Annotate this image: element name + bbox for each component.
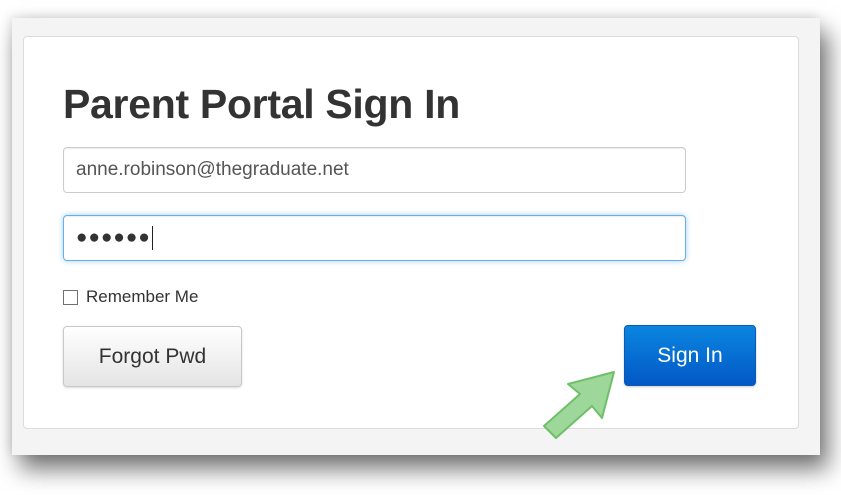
remember-me-checkbox[interactable] [63,289,78,305]
email-field-value: anne.robinson@thegraduate.net [76,159,349,180]
green-arrow-icon [543,371,615,439]
text-caret [151,225,153,250]
password-field-value: ●●●●●● [76,227,151,248]
remember-me-label: Remember Me [86,287,199,306]
arrow-shape [543,371,615,439]
remember-me[interactable]: Remember Me [63,287,198,307]
password-field[interactable]: ●●●●●● [63,215,686,261]
page-title: Parent Portal Sign In [63,81,460,127]
forgot-password-button[interactable]: Forgot Pwd [63,326,242,387]
email-field[interactable]: anne.robinson@thegraduate.net [63,147,686,193]
sign-in-button[interactable]: Sign In [624,325,756,386]
